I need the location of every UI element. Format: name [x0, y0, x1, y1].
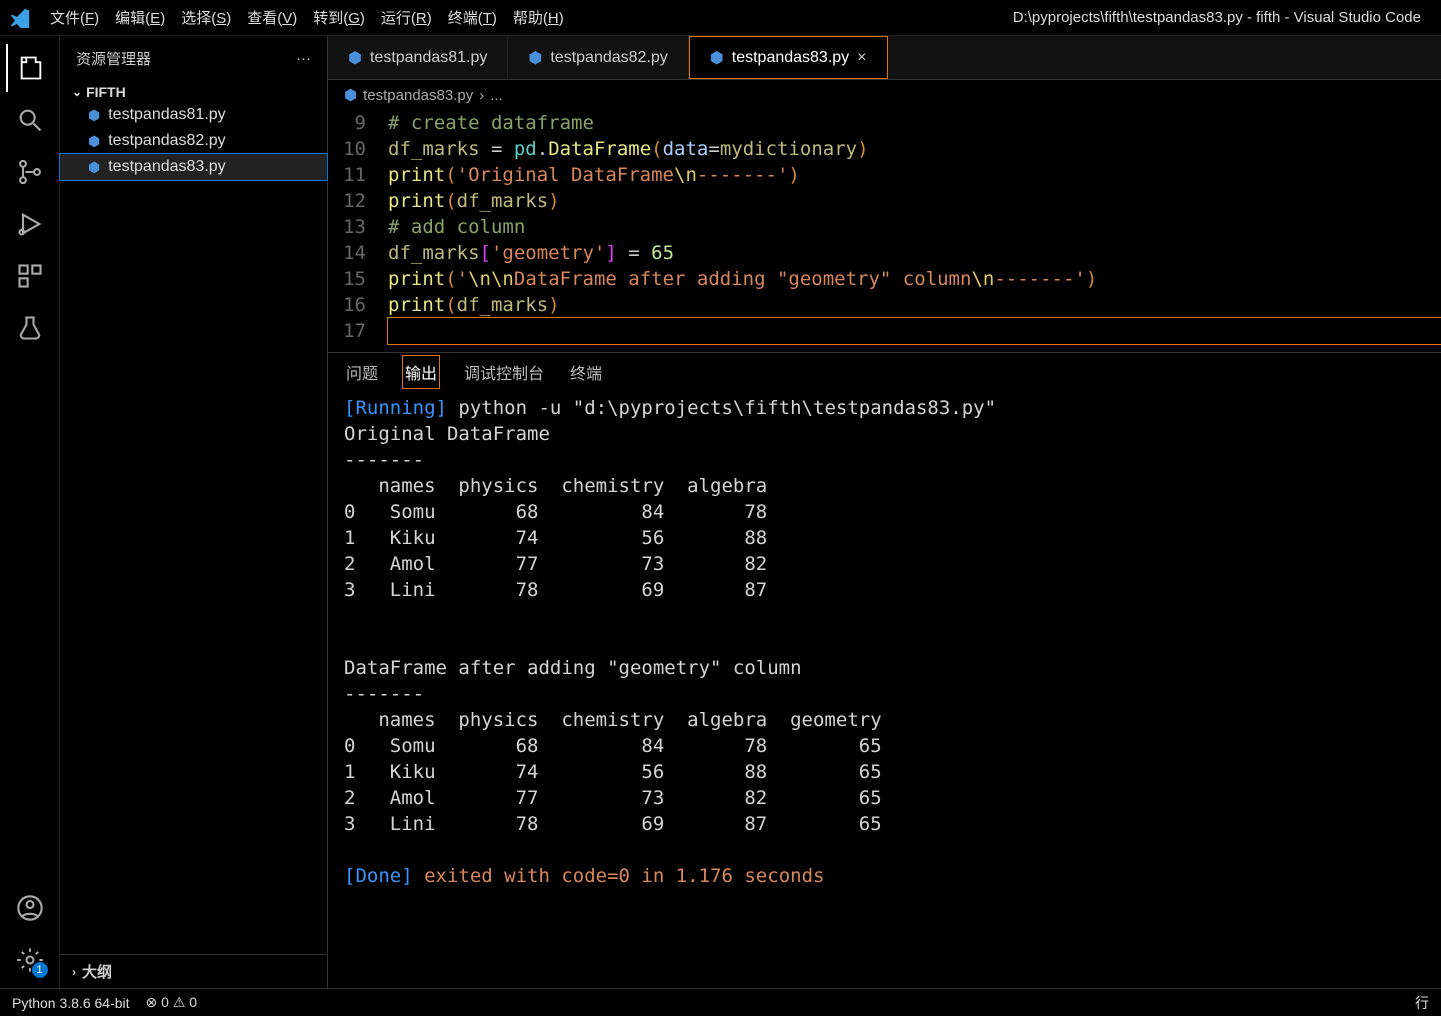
code-line[interactable]: 15print('\n\nDataFrame after adding "geo…: [328, 266, 1441, 292]
menu-item[interactable]: 选择(S): [181, 7, 231, 28]
panel-tabs: 问题输出调试控制台终端: [328, 353, 1441, 391]
menu-item[interactable]: 转到(G): [313, 7, 365, 28]
line-number: 12: [328, 188, 388, 214]
file-name: testpandas81.py: [108, 106, 225, 124]
line-number: 14: [328, 240, 388, 266]
tab-label: testpandas83.py: [732, 49, 849, 67]
extensions-icon[interactable]: [6, 252, 54, 300]
breadcrumb-rest: ...: [490, 87, 503, 104]
chevron-right-icon: ›: [72, 965, 76, 979]
chevron-down-icon: ⌄: [72, 85, 82, 99]
outline-section[interactable]: › 大纲: [60, 954, 327, 988]
editor-tab[interactable]: ⬢ testpandas83.py ×: [689, 36, 888, 79]
line-number: 16: [328, 292, 388, 318]
line-number: 10: [328, 136, 388, 162]
line-number: 11: [328, 162, 388, 188]
line-number: 13: [328, 214, 388, 240]
file-item[interactable]: ⬢ testpandas83.py: [60, 154, 327, 180]
output-panel[interactable]: [Running] python -u "d:\pyprojects\fifth…: [328, 391, 1441, 988]
line-number: 17: [328, 318, 388, 344]
line-number: 9: [328, 110, 388, 136]
file-name: testpandas82.py: [108, 132, 225, 150]
activity-bar: 1: [0, 36, 60, 988]
sidebar-header: 资源管理器 ···: [60, 36, 327, 80]
code-line[interactable]: 17: [328, 318, 1441, 344]
panel-tab[interactable]: 问题: [344, 356, 380, 388]
testing-icon[interactable]: [6, 304, 54, 352]
sidebar-title: 资源管理器: [76, 48, 151, 69]
more-icon[interactable]: ···: [296, 50, 311, 67]
code-line[interactable]: 11print('Original DataFrame\n-------'): [328, 162, 1441, 188]
code-content[interactable]: print('Original DataFrame\n-------'): [388, 162, 1441, 188]
menu-item[interactable]: 运行(R): [381, 7, 432, 28]
titlebar: 文件(F) 编辑(E) 选择(S) 查看(V) 转到(G) 运行(R) 终端(T) 帮助(H)…: [0, 0, 1441, 36]
python-file-icon: ⬢: [88, 107, 100, 124]
status-bar: Python 3.8.6 64-bit ⊗ 0 ⚠ 0 行: [0, 988, 1441, 1016]
breadcrumb-sep: ›: [479, 87, 484, 104]
account-icon[interactable]: [6, 884, 54, 932]
editor-tabs: ⬢ testpandas81.py ⬢ testpandas82.py ⬢ testpan…: [328, 36, 1441, 80]
panel-tab[interactable]: 终端: [568, 356, 604, 388]
line-number: 15: [328, 266, 388, 292]
code-content[interactable]: df_marks['geometry'] = 65: [388, 240, 1441, 266]
python-file-icon: ⬢: [528, 48, 542, 68]
panel-tab[interactable]: 输出: [402, 355, 440, 389]
close-icon[interactable]: ×: [857, 49, 866, 67]
bottom-panel: 问题输出调试控制台终端 [Running] python -u "d:\pypr…: [328, 352, 1441, 988]
file-item[interactable]: ⬢ testpandas81.py: [60, 102, 327, 128]
editor-tab[interactable]: ⬢ testpandas82.py: [508, 36, 688, 79]
editor-tab[interactable]: ⬢ testpandas81.py: [328, 36, 508, 79]
code-line[interactable]: 9# create dataframe: [328, 110, 1441, 136]
vscode-logo-icon: [8, 6, 32, 30]
tab-label: testpandas82.py: [550, 49, 667, 67]
code-editor[interactable]: 9# create dataframe10df_marks = pd.DataF…: [328, 110, 1441, 352]
code-line[interactable]: 13# add column: [328, 214, 1441, 240]
python-file-icon: ⬢: [710, 48, 724, 68]
breadcrumb-file: testpandas83.py: [363, 87, 473, 104]
python-file-icon: ⬢: [88, 159, 100, 176]
status-python[interactable]: Python 3.8.6 64-bit: [12, 995, 130, 1011]
explorer-icon[interactable]: [6, 44, 54, 92]
outline-label: 大纲: [82, 961, 112, 982]
python-file-icon: ⬢: [344, 86, 357, 104]
sidebar: 资源管理器 ··· ⌄ FIFTH ⬢ testpandas81.py ⬢ testp…: [60, 36, 328, 988]
menu-item[interactable]: 编辑(E): [115, 7, 165, 28]
settings-gear-icon[interactable]: 1: [6, 936, 54, 984]
code-content[interactable]: # add column: [388, 214, 1441, 240]
warning-icon: ⚠: [173, 994, 186, 1010]
breadcrumb[interactable]: ⬢ testpandas83.py › ...: [328, 80, 1441, 110]
menu-item[interactable]: 文件(F): [50, 7, 99, 28]
code-content[interactable]: print(df_marks): [388, 292, 1441, 318]
menu-item[interactable]: 终端(T): [448, 7, 497, 28]
search-icon[interactable]: [6, 96, 54, 144]
window-title: D:\pyprojects\fifth\testpandas83.py - fi…: [572, 9, 1433, 26]
code-line[interactable]: 12print(df_marks): [328, 188, 1441, 214]
update-badge: 1: [32, 962, 48, 978]
folder-header[interactable]: ⌄ FIFTH: [60, 82, 327, 102]
code-content[interactable]: [388, 318, 1441, 344]
source-control-icon[interactable]: [6, 148, 54, 196]
file-name: testpandas83.py: [108, 158, 225, 176]
folder-name: FIFTH: [86, 84, 126, 100]
menu-bar: 文件(F) 编辑(E) 选择(S) 查看(V) 转到(G) 运行(R) 终端(T) 帮助(H): [42, 7, 572, 28]
code-content[interactable]: # create dataframe: [388, 110, 1441, 136]
code-content[interactable]: print('\n\nDataFrame after adding "geome…: [388, 266, 1441, 292]
menu-item[interactable]: 查看(V): [247, 7, 297, 28]
code-line[interactable]: 16print(df_marks): [328, 292, 1441, 318]
code-line[interactable]: 10df_marks = pd.DataFrame(data=mydiction…: [328, 136, 1441, 162]
run-debug-icon[interactable]: [6, 200, 54, 248]
python-file-icon: ⬢: [348, 48, 362, 68]
python-file-icon: ⬢: [88, 133, 100, 150]
code-content[interactable]: print(df_marks): [388, 188, 1441, 214]
file-item[interactable]: ⬢ testpandas82.py: [60, 128, 327, 154]
error-icon: ⊗: [146, 994, 158, 1010]
menu-item[interactable]: 帮助(H): [513, 7, 564, 28]
tab-label: testpandas81.py: [370, 49, 487, 67]
panel-tab[interactable]: 调试控制台: [462, 356, 546, 388]
status-problems[interactable]: ⊗ 0 ⚠ 0: [146, 994, 198, 1011]
status-line[interactable]: 行: [1415, 993, 1429, 1013]
code-line[interactable]: 14df_marks['geometry'] = 65: [328, 240, 1441, 266]
code-content[interactable]: df_marks = pd.DataFrame(data=mydictionar…: [388, 136, 1441, 162]
